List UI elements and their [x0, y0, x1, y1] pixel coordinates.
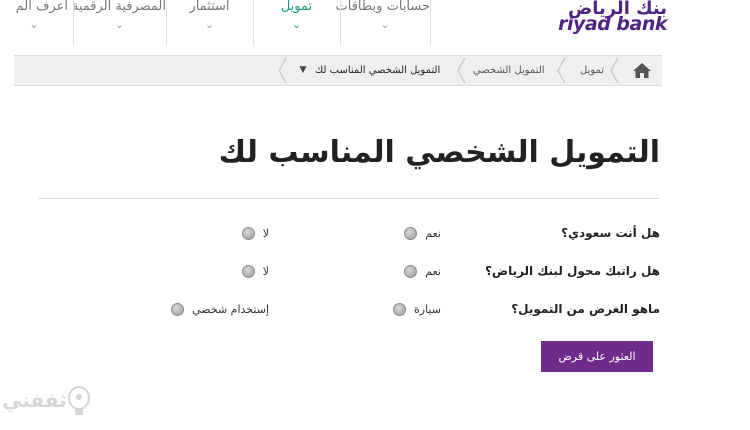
- radio-button[interactable]: [241, 226, 255, 240]
- radio-button[interactable]: [171, 302, 185, 316]
- riyad-bank-logo[interactable]: بنك الرياض riyad bank: [527, 0, 667, 34]
- caret-down-icon[interactable]: ▼: [296, 56, 310, 85]
- watermark: ثقفني: [0, 382, 100, 426]
- question-label: هل راتبك محول لبنك الرياض؟: [484, 264, 660, 278]
- breadcrumb-home[interactable]: [622, 56, 662, 85]
- radio-button[interactable]: [241, 264, 255, 278]
- page-title: التمويل الشخصي المناسب لك: [218, 135, 660, 170]
- nav-separator: [166, 0, 167, 46]
- breadcrumb-separator-icon: [457, 57, 466, 84]
- watermark-text: ثقفني: [2, 388, 67, 412]
- nav-separator: [253, 0, 254, 46]
- nav-separator: [340, 0, 341, 46]
- radio-button[interactable]: [404, 226, 418, 240]
- nav-item-label: تمويل: [280, 0, 313, 14]
- breadcrumb-separator-icon: [557, 57, 566, 84]
- lightbulb-icon: [68, 386, 90, 415]
- option-no[interactable]: لا: [235, 260, 269, 282]
- breadcrumb-item-current: التمويل الشخصي المناسب لك: [315, 65, 441, 76]
- nav-item-financing[interactable]: تمويل ⌄: [253, 0, 340, 46]
- chevron-down-icon: ⌄: [380, 18, 390, 31]
- chevron-down-icon: ⌄: [29, 18, 39, 31]
- option-car[interactable]: سيارة: [386, 298, 441, 320]
- chevron-down-icon: ⌄: [114, 18, 125, 31]
- option-personal-use[interactable]: إستخدام شخصي: [164, 298, 269, 320]
- question-row-purpose: ماهو الغرض من التمويل؟ سيارة إستخدام شخص…: [0, 298, 750, 320]
- radio-button[interactable]: [404, 264, 418, 278]
- nav-item-label: المصرفية الرقمية: [71, 0, 166, 14]
- option-label: سيارة: [414, 302, 441, 316]
- nav-separator: [430, 0, 431, 46]
- nav-item-digital-banking[interactable]: المصرفية الرقمية ⌄: [71, 0, 166, 46]
- nav-item-about[interactable]: اعرف الم ⌄: [0, 0, 68, 46]
- option-no[interactable]: لا: [235, 222, 269, 244]
- find-loan-button[interactable]: العثور على قرض: [541, 341, 653, 372]
- chevron-down-icon: ⌄: [291, 18, 302, 31]
- radio-button[interactable]: [393, 302, 407, 316]
- nav-separator: [73, 0, 74, 46]
- question-label: ماهو الغرض من التمويل؟: [511, 302, 660, 316]
- nav-item-label: حسابات وبطاقات: [335, 0, 430, 14]
- breadcrumb-item-financing[interactable]: تمويل: [580, 56, 604, 85]
- nav-item-label: استثمار: [189, 0, 230, 14]
- option-label: لا: [262, 226, 269, 240]
- breadcrumb-separator-icon: [610, 57, 619, 84]
- option-label: نعم: [425, 226, 441, 240]
- home-icon: [633, 63, 651, 78]
- nav-item-accounts-cards[interactable]: حسابات وبطاقات ⌄: [335, 0, 430, 46]
- logo-english: riyad bank: [558, 13, 667, 35]
- nav-item-label: اعرف الم: [15, 0, 68, 14]
- option-yes[interactable]: نعم: [397, 222, 441, 244]
- option-label: نعم: [425, 264, 441, 278]
- chevron-down-icon: ⌄: [204, 18, 215, 31]
- question-label: هل أنت سعودي؟: [561, 226, 660, 240]
- nav-item-investment[interactable]: استثمار ⌄: [166, 0, 253, 46]
- option-yes[interactable]: نعم: [397, 260, 441, 282]
- top-navigation: بنك الرياض riyad bank حسابات وبطاقات ⌄ ت…: [0, 0, 750, 48]
- option-label: إستخدام شخصي: [192, 302, 269, 316]
- breadcrumb-item-personal-financing[interactable]: التمويل الشخصي: [473, 56, 545, 85]
- divider: [38, 198, 660, 199]
- breadcrumb-separator-icon: [278, 57, 287, 84]
- question-row-saudi: هل أنت سعودي؟ نعم لا: [0, 222, 750, 244]
- question-row-salary-transfer: هل راتبك محول لبنك الرياض؟ نعم لا: [0, 260, 750, 282]
- breadcrumb: تمويل التمويل الشخصي التمويل الشخصي المن…: [14, 55, 662, 86]
- option-label: لا: [262, 264, 269, 278]
